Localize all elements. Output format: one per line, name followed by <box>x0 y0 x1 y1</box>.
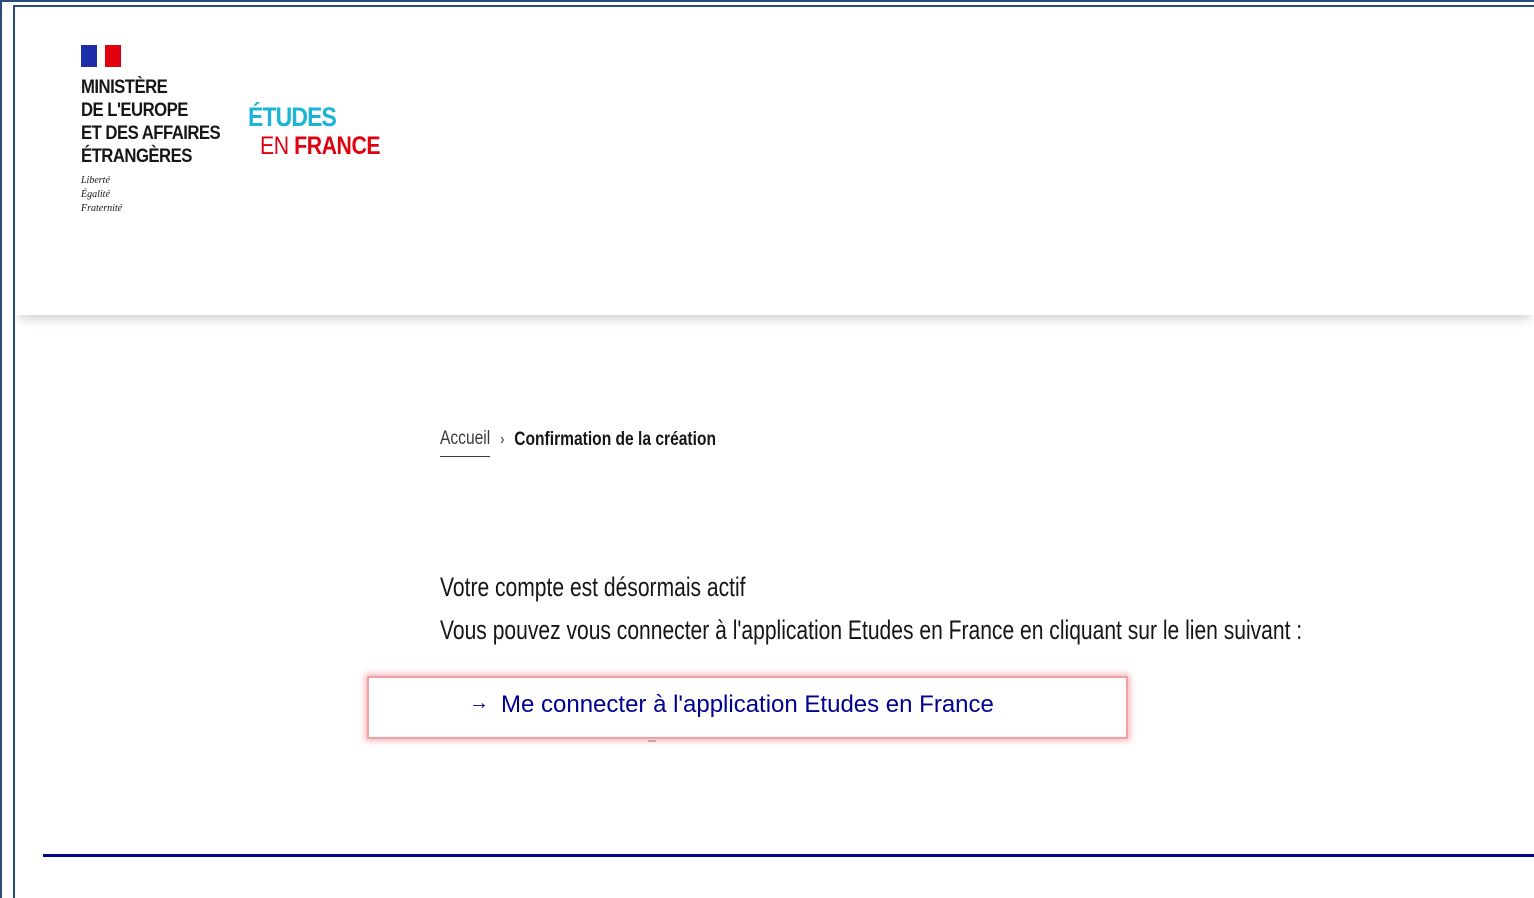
site-header <box>15 7 1534 315</box>
motto-line: Liberté <box>81 175 110 186</box>
footer-top-border <box>43 854 1534 857</box>
brand-france: FRANCE <box>294 132 381 160</box>
connect-link-highlight: → Me connecter à l'application Etudes en… <box>367 676 1128 739</box>
brand-subtitle: EN FRANCE <box>260 132 381 160</box>
republique-francaise-flag-icon <box>81 45 121 67</box>
motto-line: Égalité <box>81 189 110 200</box>
breadcrumb-current: Confirmation de la création <box>514 428 716 450</box>
ministry-line: DE L'EUROPE <box>81 100 188 121</box>
ministry-line: MINISTÈRE <box>81 77 168 98</box>
account-active-message: Votre compte est désormais actif <box>440 572 746 602</box>
breadcrumb: Accueil › Confirmation de la création <box>440 428 716 457</box>
connect-application-link[interactable]: Me connecter à l'application Etudes en F… <box>501 691 994 719</box>
motto-line: Fraternité <box>81 203 123 214</box>
connect-instruction: Vous pouvez vous connecter à l'applicati… <box>440 615 1303 645</box>
ministry-line: ÉTRANGÈRES <box>81 146 192 167</box>
ministry-logo[interactable]: MINISTÈRE DE L'EUROPE ET DES AFFAIRES ÉT… <box>81 76 221 168</box>
breadcrumb-home-link[interactable]: Accueil <box>440 428 491 457</box>
republic-motto: Liberté Égalité Fraternité <box>81 174 122 216</box>
brand-en: EN <box>260 132 289 160</box>
etudes-en-france-logo[interactable]: ÉTUDES EN FRANCE <box>248 102 381 160</box>
ministry-line: ET DES AFFAIRES <box>81 123 221 144</box>
brand-title: ÉTUDES <box>248 102 337 132</box>
arrow-right-icon: → <box>469 692 489 714</box>
chevron-right-icon: › <box>500 430 505 448</box>
